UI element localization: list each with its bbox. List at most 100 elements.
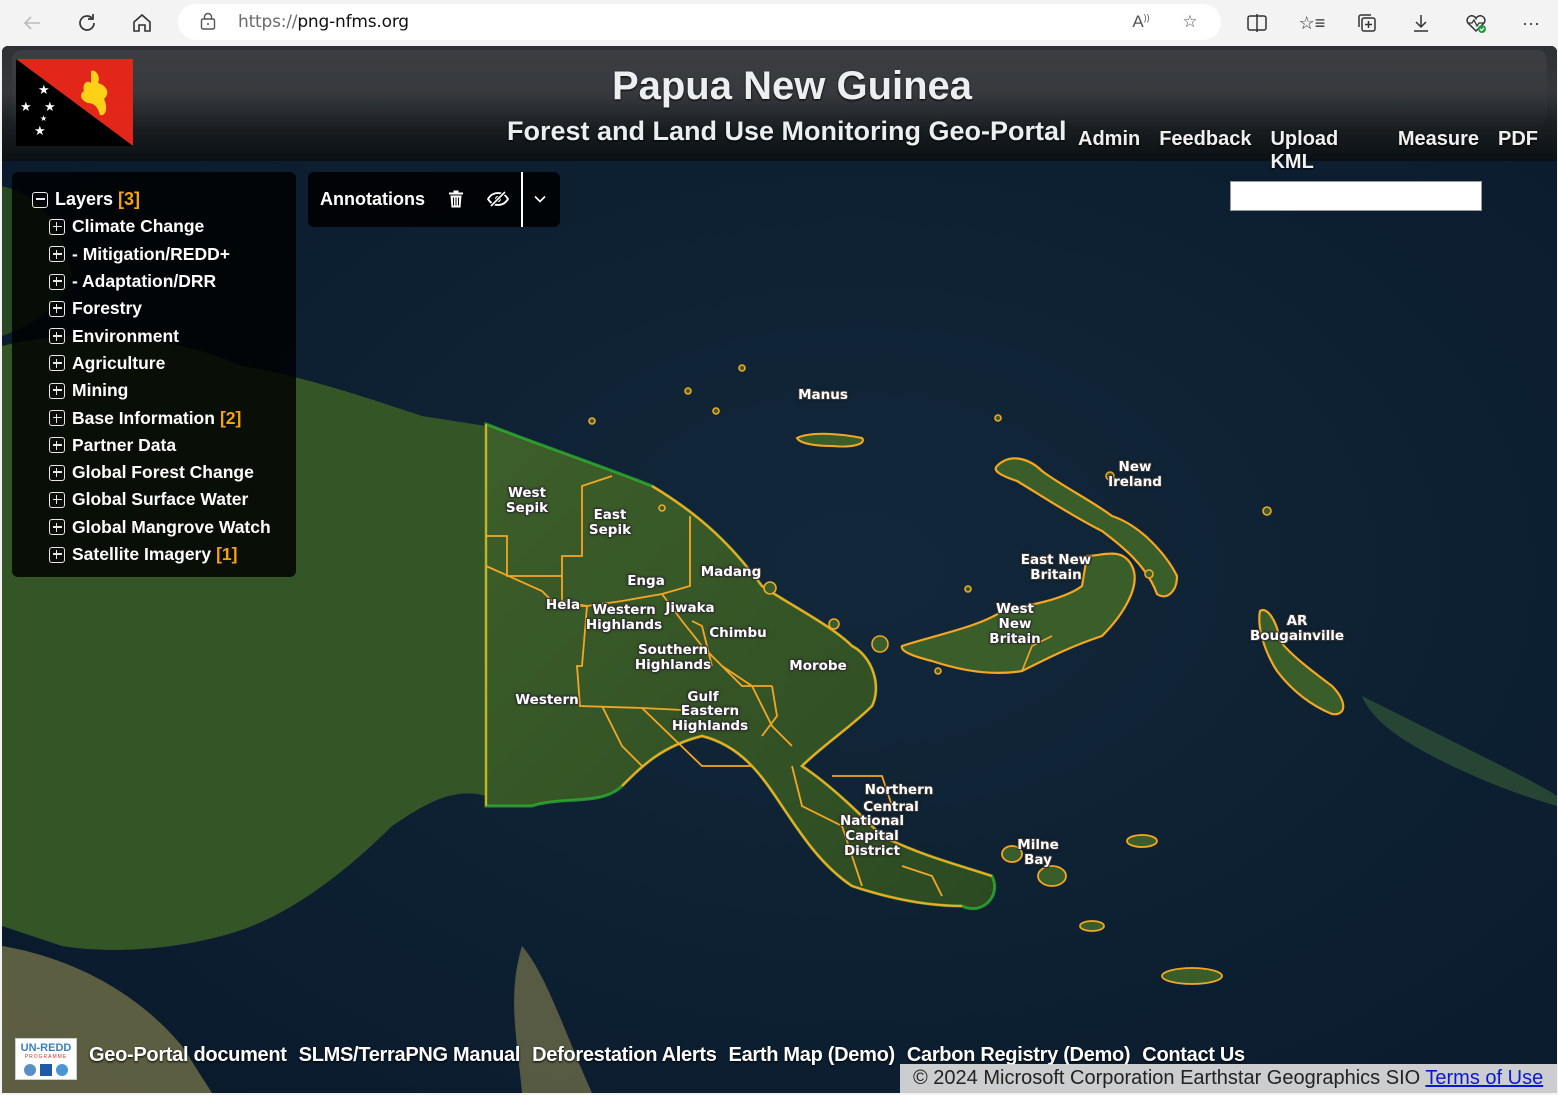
- favorites-button[interactable]: ☆≡: [1298, 9, 1326, 37]
- layers-panel: Layers [3] Climate Change - Mitigation/R…: [12, 172, 296, 577]
- browser-essentials-icon: [1466, 15, 1486, 33]
- slms-manual-link[interactable]: SLMS/TerraPNG Manual: [299, 1044, 521, 1067]
- logo-text: UN-REDD: [20, 1042, 72, 1054]
- svg-text:★: ★: [40, 114, 47, 123]
- layers-root[interactable]: Layers [3]: [12, 186, 296, 213]
- layer-group-global-surface-water[interactable]: Global Surface Water: [12, 486, 296, 513]
- expand-icon[interactable]: [49, 300, 65, 317]
- province-label-milne-bay[interactable]: Milne Bay: [1017, 838, 1058, 868]
- map-search-input[interactable]: [1230, 181, 1482, 211]
- measure-link[interactable]: Measure: [1398, 128, 1479, 174]
- page-subtitle: Forest and Land Use Monitoring Geo-Porta…: [507, 116, 1067, 146]
- portal-header: ★ ★ ★ ★ ★ Papua New Guinea Forest and La…: [2, 46, 1557, 173]
- layer-group-environment[interactable]: Environment: [12, 322, 296, 349]
- upload-kml-link[interactable]: Upload KML: [1270, 128, 1378, 174]
- expand-icon[interactable]: [49, 246, 65, 263]
- expand-icon[interactable]: [49, 410, 65, 427]
- url-protocol: https://: [238, 12, 298, 32]
- admin-link[interactable]: Admin: [1078, 128, 1140, 174]
- back-button[interactable]: [17, 8, 47, 38]
- split-screen-button[interactable]: [1243, 9, 1271, 37]
- province-label-chimbu[interactable]: Chimbu: [709, 626, 767, 641]
- collections-button[interactable]: [1353, 9, 1381, 37]
- expand-icon[interactable]: [49, 491, 65, 508]
- expand-icon[interactable]: [49, 437, 65, 454]
- svg-text:★: ★: [34, 124, 46, 139]
- expand-icon[interactable]: [49, 382, 65, 399]
- downloads-button[interactable]: [1407, 9, 1435, 37]
- favorite-button[interactable]: ☆: [1177, 10, 1203, 34]
- favorites-list-icon: ☆≡: [1298, 12, 1326, 33]
- layer-group-climate-change[interactable]: Climate Change: [12, 213, 296, 240]
- layer-group-agriculture[interactable]: Agriculture: [12, 350, 296, 377]
- province-label-manus[interactable]: Manus: [798, 388, 848, 403]
- more-button[interactable]: ···: [1517, 9, 1545, 37]
- layer-group-partner-data[interactable]: Partner Data: [12, 432, 296, 459]
- layer-group-satellite-imagery[interactable]: Satellite Imagery [1]: [12, 541, 296, 568]
- toggle-annotations-visibility-button[interactable]: [484, 185, 512, 213]
- page-title: Papua New Guinea: [611, 64, 973, 108]
- feedback-link[interactable]: Feedback: [1159, 128, 1251, 174]
- earth-map-demo-link[interactable]: Earth Map (Demo): [729, 1044, 896, 1067]
- layer-group-global-forest-change[interactable]: Global Forest Change: [12, 459, 296, 486]
- expand-icon[interactable]: [49, 355, 65, 372]
- province-label-west-new-britain[interactable]: West New Britain: [989, 602, 1040, 647]
- more-icon: ···: [1522, 12, 1540, 33]
- layer-group-mining[interactable]: Mining: [12, 377, 296, 404]
- layer-group-adaptation-drr[interactable]: - Adaptation/DRR: [12, 268, 296, 295]
- province-label-new-ireland[interactable]: New Ireland: [1108, 460, 1162, 490]
- layer-group-global-mangrove-watch[interactable]: Global Mangrove Watch: [12, 514, 296, 541]
- collapse-icon[interactable]: [32, 191, 48, 208]
- layer-group-label: Mining: [72, 380, 129, 401]
- un-redd-logo[interactable]: UN-REDD PROGRAMME: [15, 1038, 77, 1080]
- province-label-morobe[interactable]: Morobe: [789, 659, 846, 674]
- province-label-hela[interactable]: Hela: [546, 598, 580, 613]
- province-label-northern[interactable]: Northern: [865, 783, 934, 798]
- browser-essentials-button[interactable]: [1462, 9, 1490, 37]
- province-label-ar-bougainville[interactable]: AR Bougainville: [1250, 614, 1344, 644]
- layer-group-forestry[interactable]: Forestry: [12, 295, 296, 322]
- expand-icon[interactable]: [49, 273, 65, 290]
- province-label-western[interactable]: Western: [515, 693, 578, 708]
- geo-portal-document-link[interactable]: Geo-Portal document: [89, 1044, 287, 1067]
- refresh-button[interactable]: [72, 8, 102, 38]
- expand-icon[interactable]: [49, 464, 65, 481]
- manus-island: [795, 432, 864, 448]
- province-label-jiwaka[interactable]: Jiwaka: [665, 601, 714, 616]
- unep-logo-icon: [56, 1064, 68, 1076]
- province-label-national-capital-district[interactable]: National Capital District: [840, 814, 904, 859]
- province-label-west-sepik[interactable]: West Sepik: [506, 486, 548, 516]
- layer-group-base-information[interactable]: Base Information [2]: [12, 404, 296, 431]
- layer-group-label: Base Information: [72, 407, 215, 428]
- collections-icon: [1358, 14, 1376, 32]
- home-button[interactable]: [127, 8, 157, 38]
- hide-eye-icon: [487, 191, 509, 207]
- expand-icon[interactable]: [49, 218, 65, 235]
- expand-icon[interactable]: [49, 519, 65, 536]
- province-label-enga[interactable]: Enga: [627, 574, 665, 589]
- province-label-western-highlands[interactable]: Western Highlands: [586, 603, 662, 633]
- layer-group-label: Agriculture: [72, 352, 166, 373]
- logo-subtext: PROGRAMME: [24, 1054, 68, 1060]
- read-aloud-button[interactable]: A)): [1128, 10, 1154, 34]
- province-label-east-new-britain[interactable]: East New Britain: [1021, 553, 1091, 583]
- layer-group-mitigation-redd[interactable]: - Mitigation/REDD+: [12, 241, 296, 268]
- pdf-link[interactable]: PDF: [1498, 128, 1538, 174]
- province-label-eastern-highlands[interactable]: Eastern Highlands: [672, 704, 748, 734]
- address-bar[interactable]: https://png-nfms.org A)) ☆: [178, 4, 1221, 40]
- expand-icon[interactable]: [49, 328, 65, 345]
- expand-icon[interactable]: [49, 546, 65, 563]
- province-label-madang[interactable]: Madang: [701, 565, 762, 580]
- download-icon: [1414, 15, 1428, 32]
- layer-count-badge: [1]: [216, 544, 238, 564]
- province-label-east-sepik[interactable]: East Sepik: [589, 508, 631, 538]
- province-label-southern-highlands[interactable]: Southern Highlands: [635, 643, 711, 673]
- layer-group-label: Satellite Imagery: [72, 544, 212, 564]
- delete-annotations-button[interactable]: [442, 185, 470, 213]
- layer-group-label: Environment: [72, 325, 179, 346]
- terms-of-use-link[interactable]: Terms of Use: [1425, 1067, 1543, 1089]
- url-text: https://png-nfms.org: [238, 12, 409, 32]
- annotations-dropdown-button[interactable]: [526, 185, 554, 213]
- layer-group-label: Global Forest Change: [72, 462, 254, 483]
- deforestation-alerts-link[interactable]: Deforestation Alerts: [532, 1044, 717, 1067]
